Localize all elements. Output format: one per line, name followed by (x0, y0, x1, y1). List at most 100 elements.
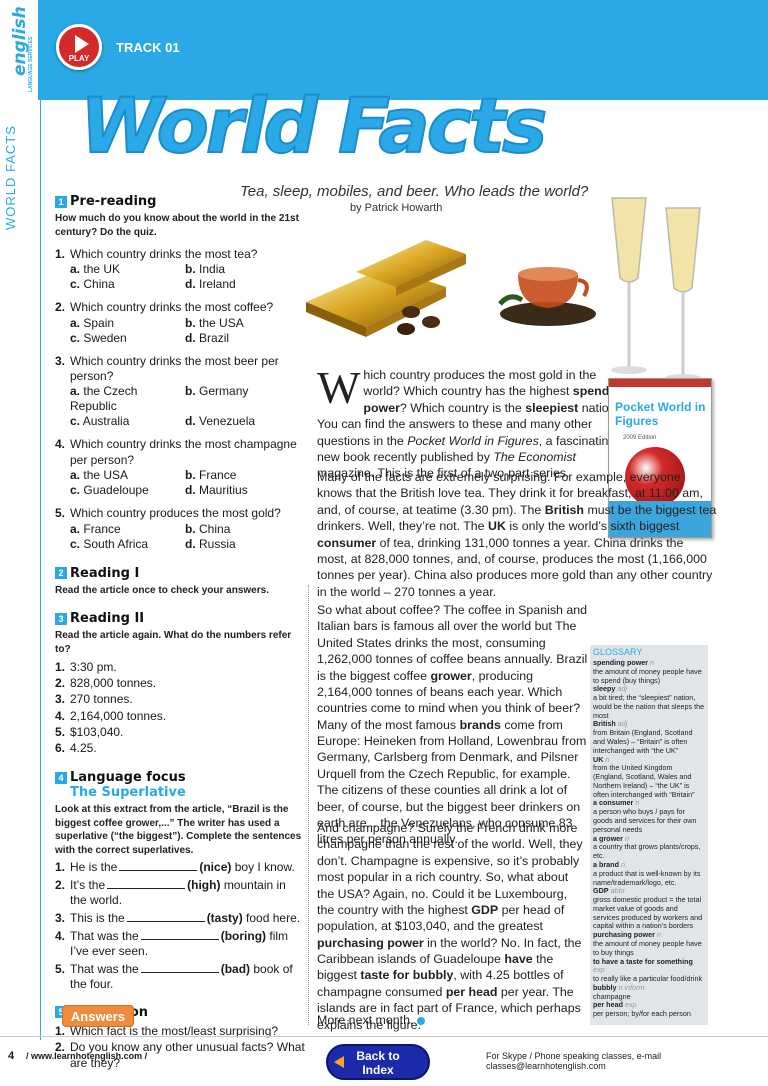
option-text: Guadeloupe (83, 483, 149, 498)
section-title: Reading II (70, 611, 145, 627)
sentence-body: That was the (bad) book of the four. (70, 962, 305, 993)
option-text: Ireland (199, 277, 236, 292)
list-item: 4. 2,164,000 tonnes. (55, 708, 305, 724)
item-number: 3. (55, 910, 66, 925)
option-text: Brazil (199, 330, 230, 345)
glossary-pos: n (624, 833, 629, 843)
glossary-def: a country that grows plants/crops, etc. (593, 842, 701, 861)
language-focus-instructions: Look at this extract from the article, “… (55, 804, 302, 856)
item-number: 5. (55, 961, 66, 976)
glossary-entry: bubbly n inform champagne (593, 983, 705, 1002)
option-text: the UK (83, 262, 121, 277)
text: of tea, drinking 131,000 tonnes a year. … (317, 535, 713, 599)
book-title: Pocket World in Figures (407, 433, 539, 448)
website-link[interactable]: / www.learnhotenglish.com / (26, 1051, 147, 1061)
sentence-word: (nice) (199, 860, 232, 875)
quiz-question: 3. Which country drinks the most beer per… (55, 354, 305, 430)
question-row: 3. Which country drinks the most beer per… (55, 354, 305, 385)
byline: by Patrick Howarth (350, 202, 443, 214)
glossary-def: a bit tired; the “sleepiest” nation, wou… (593, 693, 705, 720)
gold-bars-image (306, 240, 466, 337)
tea-cup-image (498, 267, 596, 326)
question-text: Which country drinks the most coffee? (70, 300, 274, 315)
sentence-body: It’s the (high) mountain in the world. (70, 878, 305, 909)
glossary-def: the amount of money people have to buy t… (593, 938, 702, 957)
skype-contact: For Skype / Phone speaking classes, e-ma… (486, 1051, 662, 1071)
glossary-term: sleepiest (525, 400, 579, 415)
option-d: d. Mauritius (185, 483, 285, 498)
options-grid: a. France b. China c. South Africa d. Russi… (70, 522, 305, 552)
answer-blank[interactable] (119, 861, 198, 872)
glossary-pos: n (656, 930, 661, 940)
glossary-pos: adj (617, 719, 628, 729)
sentence-after: food here. (246, 910, 301, 925)
brand-subtitle: LANGUAGE SERVICES (28, 36, 34, 92)
option-text: the USA (199, 315, 244, 330)
glossary-pos: abbr (610, 886, 625, 896)
option-letter: b. (185, 262, 196, 277)
sentence-before: He is the (70, 860, 118, 875)
item-number: 1. (55, 660, 66, 675)
answer-blank[interactable] (107, 879, 186, 889)
answer-blank[interactable] (140, 930, 219, 940)
item-text: 4.25. (70, 740, 97, 755)
glossary-pos: exp (593, 965, 605, 975)
text: is only the world’s sixth biggest (505, 519, 680, 534)
list-item: 1. 3:30 pm. (55, 659, 305, 675)
option-d: d. Ireland (185, 277, 285, 292)
glossary-list: spending power n the amount of money peop… (593, 658, 705, 1019)
glossary-entry: per head exp per person; by/for each pers… (593, 1001, 705, 1019)
glossary-term: GDP (593, 886, 609, 896)
answer-blank[interactable] (140, 963, 219, 973)
option-text: South Africa (83, 536, 149, 551)
sentence-item: 3. This is the (tasty) food here. (55, 911, 305, 927)
quiz-list: 1. Which country drinks the most tea? a. t… (55, 247, 305, 552)
quiz-question: 2. Which country drinks the most coffee? a… (55, 300, 305, 345)
glossary-entry: UK n from the United Kingdom (England, Sc… (593, 754, 705, 800)
play-button[interactable]: PLAY (56, 24, 102, 70)
option-letter: d. (185, 330, 196, 345)
question-text: Which country produces the most gold? (70, 506, 281, 521)
answer-blank[interactable] (126, 912, 205, 922)
question-row: 4. Which country drinks the most champagn… (55, 437, 305, 468)
sentence-before: That was the (70, 961, 139, 976)
reading1-heading: 2 Reading I (55, 566, 305, 581)
option-letter: d. (185, 414, 196, 429)
item-number: 3. (55, 692, 66, 707)
glossary-term: purchasing power (593, 930, 655, 940)
option-text: France (199, 468, 237, 483)
glossary-term: taste for bubbly (360, 968, 454, 983)
sentence-word: (bad) (220, 961, 251, 976)
question-text: Which country drinks the most beer per p… (70, 353, 279, 384)
options-grid: a. the Czech Republic b. Germany c. Austra… (70, 384, 305, 429)
sentence-body: This is the (tasty) food here. (70, 911, 300, 927)
glossary-term: to have a taste for something (593, 956, 693, 966)
option-text: the Czech Republic (70, 384, 138, 414)
back-to-index-button[interactable]: Back to Index (326, 1044, 430, 1080)
answers-button[interactable]: Answers (62, 1005, 134, 1027)
glossary-term: grower (430, 668, 472, 683)
option-b: b. the USA (185, 316, 285, 331)
book-top-band (609, 379, 711, 387)
glossary-term: brands (459, 717, 501, 732)
glossary-entry: British adj from Britain (England, Scotla… (593, 720, 705, 755)
glossary-term: GDP (471, 902, 499, 917)
option-text: the USA (83, 468, 129, 483)
page-title: World Facts (79, 81, 548, 170)
options-grid: a. the USA b. France c. Guadeloupe d. Mauri… (70, 468, 305, 498)
option-b: b. Germany (185, 384, 285, 414)
option-b: b. France (185, 468, 285, 483)
sentence-word: (high) (187, 877, 221, 892)
glossary-term: a brand (593, 859, 619, 869)
section-title: Reading I (70, 565, 140, 581)
book-edition: 2009 Edition (623, 435, 657, 441)
glossary-def: from Britain (England, Scotland and Wale… (593, 728, 693, 755)
glossary-pos: n (635, 798, 640, 808)
glossary-pos: n (605, 754, 610, 764)
option-c: c. Australia (70, 414, 185, 429)
option-b: b. India (185, 262, 285, 277)
question-number: 5. (55, 506, 66, 521)
option-letter: a. (70, 468, 81, 483)
option-letter: c. (70, 536, 81, 551)
option-text: Russia (199, 536, 236, 551)
